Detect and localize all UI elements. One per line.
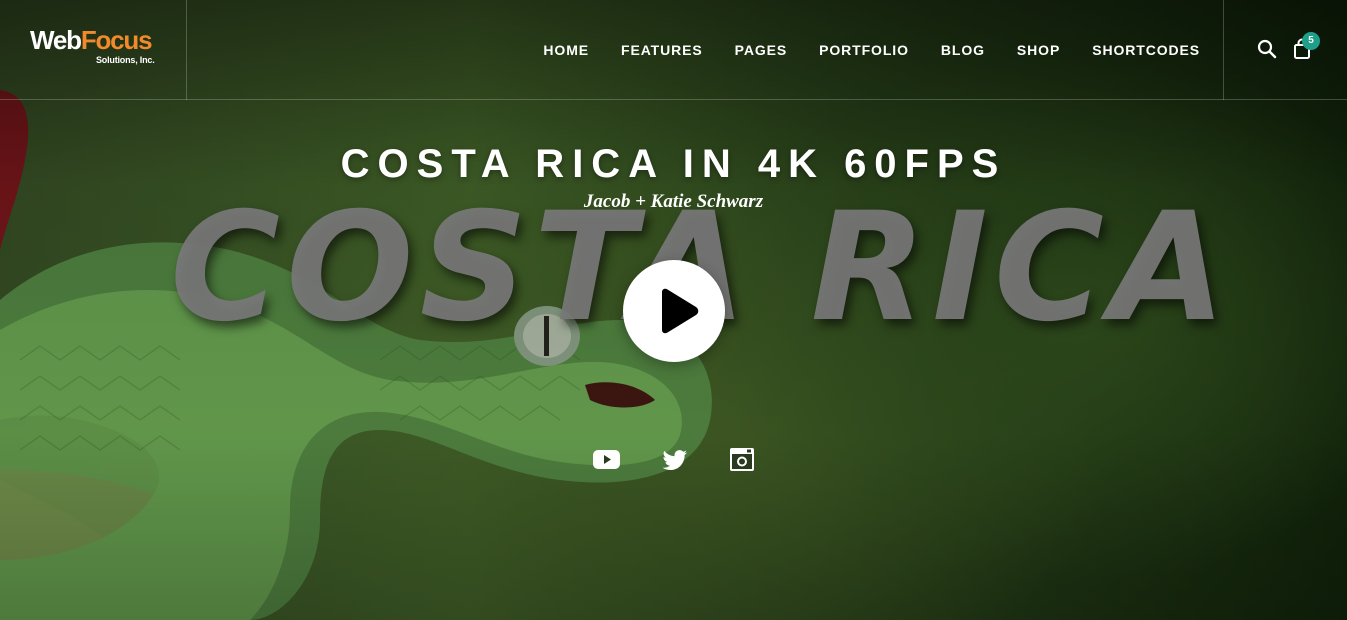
play-icon: [662, 288, 699, 334]
nav-item-portfolio[interactable]: PORTFOLIO: [819, 42, 909, 58]
youtube-icon[interactable]: [592, 446, 622, 474]
instagram-icon[interactable]: [728, 446, 758, 474]
nav-item-pages[interactable]: PAGES: [735, 42, 787, 58]
site-header: WebFocus Solutions, Inc. HOME FEATURES P…: [0, 0, 1347, 100]
logo-container: WebFocus Solutions, Inc.: [0, 0, 187, 100]
logo-word-focus: Focus: [80, 25, 153, 55]
logo-wordmark: WebFocus: [30, 26, 160, 54]
logo-tagline: Solutions, Inc.: [96, 55, 155, 65]
search-icon[interactable]: [1257, 39, 1277, 59]
nav-item-shop[interactable]: SHOP: [1017, 42, 1060, 58]
site-logo[interactable]: WebFocus Solutions, Inc.: [30, 26, 160, 70]
nav-item-home[interactable]: HOME: [543, 42, 589, 58]
header-tools: 5: [1223, 0, 1347, 100]
cart-count-badge: 5: [1302, 32, 1320, 50]
nav-item-blog[interactable]: BLOG: [941, 42, 985, 58]
play-video-button[interactable]: [623, 260, 725, 362]
nav-item-features[interactable]: FEATURES: [621, 42, 703, 58]
hero-subtitle: Jacob + Katie Schwarz: [583, 191, 764, 212]
twitter-icon[interactable]: [660, 446, 690, 474]
hero-title: COSTA RICA IN 4K 60FPS: [340, 142, 1007, 186]
main-navigation: HOME FEATURES PAGES PORTFOLIO BLOG SHOP …: [543, 0, 1200, 100]
nav-item-shortcodes[interactable]: SHORTCODES: [1092, 42, 1200, 58]
social-links: [0, 446, 1347, 474]
logo-word-web: Web: [30, 25, 82, 55]
